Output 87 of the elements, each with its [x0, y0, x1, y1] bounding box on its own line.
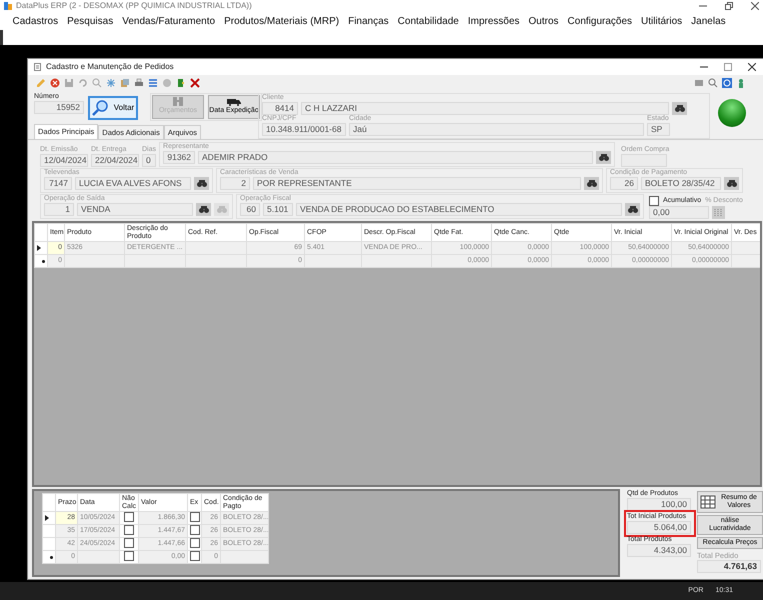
menu-item[interactable]: Pesquisas — [62, 14, 118, 28]
menu-item[interactable]: Outros — [524, 14, 564, 28]
app-title: DataPlus ERP (2 - DESOMAX (PP QUIMICA INDUSTRIAL LTDA)) — [16, 0, 252, 12]
close-icon[interactable] — [751, 2, 759, 10]
close-icon[interactable] — [748, 63, 756, 71]
lookup-button[interactable] — [584, 177, 599, 190]
binders-icon — [173, 97, 183, 106]
input-field[interactable]: 7147 — [44, 177, 72, 190]
checkbox[interactable] — [124, 526, 134, 536]
window-title: Cadastro e Manutenção de Pedidos — [46, 61, 174, 73]
input-field[interactable]: VENDA DE PRODUCAO DO ESTABELECIMENTO — [296, 203, 622, 216]
lookup-button[interactable] — [596, 151, 612, 164]
menu-item[interactable]: Janelas — [686, 14, 730, 28]
input-field[interactable]: 15952 — [34, 101, 84, 114]
input-field[interactable]: BOLETO 28/35/42 — [641, 177, 721, 190]
magnifier-icon[interactable] — [708, 78, 718, 88]
menu-item[interactable]: Impressões — [463, 14, 524, 28]
binoculars-icon — [216, 206, 226, 214]
lookup-button[interactable] — [625, 203, 640, 216]
calculator-icon[interactable] — [712, 206, 725, 220]
input-field[interactable]: POR REPRESENTANTE — [253, 177, 581, 190]
close-icon[interactable] — [190, 78, 200, 88]
menu-item[interactable]: Configurações — [563, 14, 637, 28]
input-field[interactable]: Jaú — [349, 123, 644, 136]
cancel-icon[interactable] — [50, 78, 60, 88]
form-icon — [34, 63, 41, 71]
input-field[interactable]: 0,00 — [649, 206, 709, 220]
lookup-button[interactable] — [196, 203, 211, 216]
input-field[interactable]: C H LAZZARI — [301, 102, 669, 115]
refresh-icon[interactable] — [722, 78, 732, 88]
menu-item[interactable]: Utilitários — [636, 14, 687, 28]
lookup-button[interactable] — [194, 177, 209, 190]
checkbox[interactable] — [124, 512, 134, 522]
input-field[interactable]: SP — [647, 123, 670, 136]
voltar-button[interactable]: Voltar — [88, 96, 138, 120]
input-field[interactable]: 100,00 — [627, 498, 691, 511]
checkbox[interactable] — [190, 538, 200, 548]
lookup-button[interactable] — [724, 177, 739, 190]
binoculars-icon — [198, 206, 208, 214]
menu-item[interactable]: Produtos/Materiais (MRP) — [220, 14, 344, 28]
input-field[interactable]: 0 — [142, 154, 156, 168]
input-field[interactable]: 1 — [44, 203, 74, 216]
menu-item[interactable]: Cadastros — [8, 14, 63, 28]
door-icon[interactable] — [176, 78, 186, 88]
input-field[interactable]: VENDA — [77, 203, 193, 216]
binoculars-icon — [586, 180, 596, 188]
input-field[interactable]: 4.343,00 — [627, 544, 691, 557]
input-field[interactable]: 5.101 — [263, 203, 293, 216]
input-field[interactable]: 8414 — [262, 102, 298, 115]
input-field[interactable]: LUCIA EVA ALVES AFONS — [75, 177, 191, 190]
truck-icon — [227, 98, 241, 106]
checkbox[interactable] — [124, 552, 134, 562]
status-orb-icon — [718, 99, 746, 127]
restore-icon[interactable] — [725, 2, 733, 10]
printer-icon[interactable] — [134, 78, 144, 88]
checkbox[interactable] — [190, 552, 200, 562]
sparkle-icon[interactable] — [106, 78, 116, 88]
list-icon[interactable] — [148, 78, 158, 88]
input-field[interactable] — [621, 154, 668, 168]
input-field[interactable]: 10.348.911/0001-68 — [262, 123, 346, 136]
maximize-icon[interactable] — [724, 63, 732, 71]
menu-item[interactable]: Contabilidade — [393, 14, 464, 28]
checkbox[interactable] — [649, 196, 659, 206]
binoculars-icon — [674, 105, 684, 112]
checkbox[interactable] — [190, 512, 200, 522]
input-field[interactable]: 91362 — [163, 151, 196, 164]
binoculars-icon — [726, 180, 736, 188]
binoculars-icon — [598, 154, 609, 162]
input-field[interactable]: 12/04/2024 — [40, 154, 88, 168]
menu-item[interactable]: Vendas/Faturamento — [118, 14, 220, 28]
input-field[interactable]: 4.761,63 — [697, 560, 761, 573]
input-field[interactable]: 26 — [610, 177, 638, 190]
checkbox[interactable] — [124, 538, 134, 548]
input-field[interactable]: 60 — [240, 203, 260, 216]
person-icon[interactable] — [736, 78, 746, 88]
checkbox[interactable] — [190, 526, 200, 536]
binoculars-icon — [628, 206, 638, 214]
magnifier-icon — [92, 100, 108, 116]
binoculars-icon — [196, 180, 206, 188]
app-logo-icon — [4, 2, 12, 10]
input-field[interactable]: 2 — [220, 177, 250, 190]
lookup-button[interactable] — [672, 102, 687, 115]
input-field[interactable]: 22/04/2024 — [91, 154, 139, 168]
menu-item[interactable]: Finanças — [344, 14, 394, 28]
grid-icon — [700, 495, 716, 509]
input-field[interactable]: ADEMIR PRADO — [198, 151, 594, 164]
input-field[interactable]: 5.064,00 — [627, 521, 691, 534]
